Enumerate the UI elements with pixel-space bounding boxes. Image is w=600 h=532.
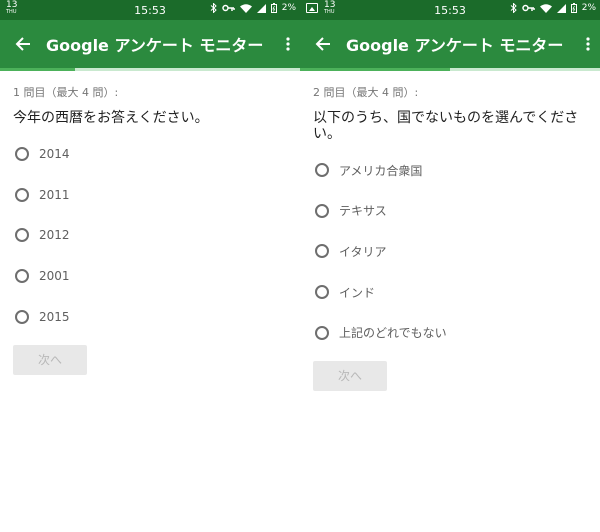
answer-option-label: インド [339, 285, 376, 300]
radio-button[interactable] [315, 163, 329, 178]
more-vert-icon [586, 37, 590, 51]
back-button[interactable] [0, 20, 46, 68]
battery-percent: 2% [581, 3, 596, 13]
answer-option-label: 上記のどれでもない [339, 326, 447, 341]
answer-option-label: アメリカ合衆国 [339, 163, 423, 178]
answer-option-label: 2012 [39, 228, 70, 243]
key-icon [221, 4, 235, 12]
answer-option-label: 2011 [39, 187, 70, 202]
signal-icon [556, 3, 566, 13]
app-toolbar: Google アンケート モニター [300, 20, 600, 68]
answer-option[interactable]: アメリカ合衆国 [313, 150, 600, 191]
radio-button[interactable] [315, 285, 329, 300]
question-number: 1 問目（最大 4 問）: [13, 86, 119, 99]
battery-icon [570, 3, 577, 13]
screen-question-2: 13 THU 15:53 2% Google アンケート モニター 2 問目（最… [300, 0, 600, 532]
wifi-icon [239, 3, 252, 13]
radio-button[interactable] [15, 147, 29, 162]
radio-button[interactable] [15, 187, 29, 202]
radio-button[interactable] [15, 309, 29, 324]
overflow-menu-button[interactable] [576, 20, 600, 68]
answer-option[interactable]: 上記のどれでもない [313, 312, 600, 353]
answer-option-label: 2014 [39, 147, 70, 162]
answer-option[interactable]: 2015 [13, 296, 300, 337]
radio-button[interactable] [315, 244, 329, 259]
app-toolbar: Google アンケート モニター [0, 20, 300, 68]
answer-option-label: 2015 [39, 309, 70, 324]
answer-options: 2014 2011 2012 2001 2015 [13, 134, 300, 337]
more-vert-icon [286, 37, 290, 51]
survey-progress-bar [0, 68, 300, 71]
answer-option[interactable]: インド [313, 272, 600, 313]
answer-option-label: イタリア [339, 244, 387, 259]
answer-option[interactable]: 2011 [13, 175, 300, 216]
survey-progress-bar [300, 68, 600, 71]
overflow-menu-button[interactable] [276, 20, 300, 68]
answer-option-label: テキサス [339, 204, 387, 219]
answer-option[interactable]: 2014 [13, 134, 300, 175]
app-title: Google アンケート モニター [46, 36, 264, 55]
battery-icon [270, 3, 277, 13]
survey-progress-fill [0, 68, 75, 71]
radio-button[interactable] [15, 228, 29, 243]
status-bar: 13 THU 15:53 2% [300, 0, 600, 20]
back-button[interactable] [300, 20, 346, 68]
radio-button[interactable] [15, 269, 29, 284]
answer-options: アメリカ合衆国 テキサス イタリア インド 上記のどれでもない [313, 150, 600, 353]
next-button[interactable]: 次へ [313, 360, 387, 391]
key-icon [521, 4, 535, 12]
answer-option[interactable]: 2012 [13, 215, 300, 256]
answer-option[interactable]: テキサス [313, 191, 600, 232]
question-card: 2 問目（最大 4 問）: 以下のうち、国でないものを選んでください。 アメリカ… [300, 71, 600, 391]
wifi-icon [539, 3, 552, 13]
arrow-back-icon [15, 37, 30, 51]
answer-option[interactable]: 2001 [13, 256, 300, 297]
survey-progress-fill [300, 68, 450, 71]
next-button[interactable]: 次へ [13, 344, 87, 375]
signal-icon [256, 3, 266, 13]
bluetooth-icon [210, 3, 217, 13]
app-title: Google アンケート モニター [346, 36, 564, 55]
radio-button[interactable] [315, 325, 329, 340]
bluetooth-icon [510, 3, 517, 13]
status-bar: 13 THU 15:53 2% [0, 0, 300, 20]
question-card: 1 問目（最大 4 問）: 今年の西暦をお答えください。 2014 2011 2… [0, 71, 300, 375]
screen-question-1: 13 THU 15:53 2% Google アンケート モニター 1 問目（最… [0, 0, 300, 532]
battery-percent: 2% [281, 3, 296, 13]
question-text: 今年の西暦をお答えください。 [13, 110, 209, 126]
answer-option-label: 2001 [39, 269, 70, 284]
radio-button[interactable] [315, 203, 329, 218]
answer-option[interactable]: イタリア [313, 231, 600, 272]
question-text: 以下のうち、国でないものを選んでください。 [313, 110, 579, 142]
arrow-back-icon [315, 37, 330, 51]
question-number: 2 問目（最大 4 問）: [313, 86, 419, 99]
